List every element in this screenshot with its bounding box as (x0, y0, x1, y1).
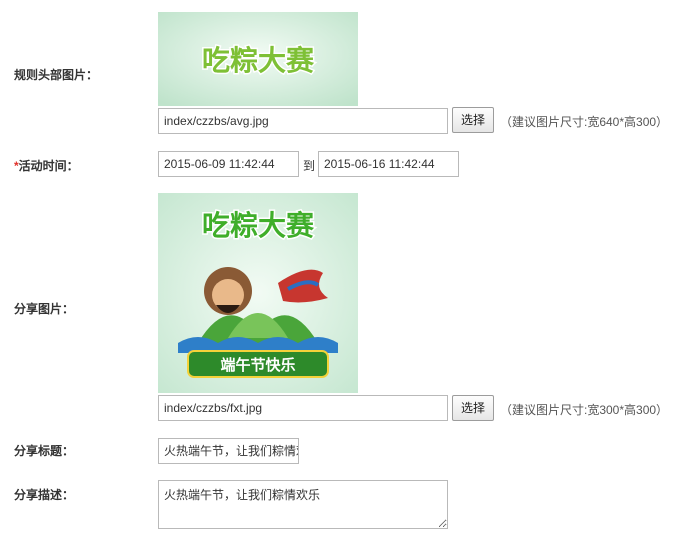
start-time-input[interactable]: 2015-06-09 11:42:44 (158, 151, 299, 177)
share-image-choose-button[interactable]: 选择 (452, 395, 495, 421)
header-image-label: 规则头部图片： (14, 68, 99, 82)
share-image-subtitle: 端午节快乐 (220, 356, 295, 374)
share-image-label: 分享图片： (14, 302, 75, 316)
share-image-size-hint: （建议图片尺寸:宽300*高300） (500, 403, 669, 417)
header-image-choose-button[interactable]: 选择 (452, 107, 495, 133)
share-desc-label: 分享描述： (14, 488, 75, 502)
activity-time-label-wrap: *活动时间： (14, 157, 79, 174)
share-image-preview: 吃粽大赛 端午节快乐 (158, 193, 358, 393)
header-image-preview: 吃粽大赛 吃粽大赛 (158, 12, 358, 106)
header-image-title-highlight: 吃粽大赛 (202, 44, 315, 77)
time-range-separator: 到 (303, 159, 316, 173)
share-title-input[interactable]: 火热端午节，让我们粽情欢乐 (158, 438, 299, 464)
header-image-size-hint: （建议图片尺寸:宽640*高300） (500, 115, 669, 129)
header-image-path-input[interactable]: index/czzbs/avg.jpg (158, 108, 448, 134)
activity-time-label: 活动时间： (18, 159, 79, 173)
header-image-graphic: 吃粽大赛 吃粽大赛 (158, 12, 358, 106)
share-desc-textarea[interactable]: 火热端午节，让我们粽情欢乐 (158, 480, 448, 529)
share-title-label: 分享标题： (14, 444, 75, 458)
share-image-path-input[interactable]: index/czzbs/fxt.jpg (158, 395, 448, 421)
share-image-graphic: 吃粽大赛 端午节快乐 (158, 193, 358, 393)
share-image-title: 吃粽大赛 (202, 209, 315, 242)
end-time-input[interactable]: 2015-06-16 11:42:44 (318, 151, 459, 177)
